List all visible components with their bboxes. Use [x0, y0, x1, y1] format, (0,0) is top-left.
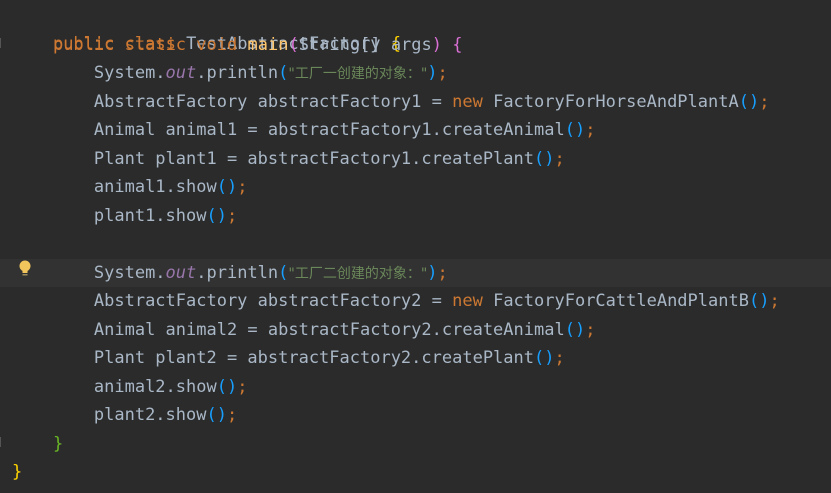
animal-declaration: Animal animal2 = abstractFactory2.create… — [93, 320, 565, 340]
call-parens: () — [216, 377, 238, 397]
semicolon: ; — [226, 405, 238, 425]
call-parens: () — [564, 120, 586, 140]
semicolon: ; — [226, 206, 238, 226]
println-call: .println — [196, 63, 279, 83]
semicolon: ; — [437, 63, 448, 83]
code-line-class-close[interactable]: } — [12, 458, 22, 486]
code-line-main-decl[interactable]: public static void main(String[] args) { — [12, 31, 463, 59]
semicolon: ; — [237, 377, 248, 397]
paren-open: ( — [278, 63, 289, 83]
editor-gutter[interactable] — [0, 0, 12, 493]
out-field: out — [165, 63, 197, 83]
code-line-factory-2[interactable]: AbstractFactory abstractFactory2 = new F… — [12, 287, 780, 315]
semicolon: ; — [437, 263, 448, 283]
call-parens: () — [748, 291, 770, 311]
call-parens: () — [738, 92, 760, 112]
plant-show-call: plant2.show — [93, 405, 207, 425]
code-line-animal-1[interactable]: Animal animal1 = abstractFactory1.create… — [12, 116, 596, 144]
system-ref: System. — [93, 63, 166, 83]
system-ref: System. — [93, 263, 166, 283]
paren-close: ) — [427, 263, 438, 283]
method-params: String[] args — [298, 35, 432, 55]
call-parens: () — [534, 149, 555, 169]
string-literal: "工厂二创建的对象：" — [288, 266, 428, 282]
current-line-code: System.out.println("工厂二创建的对象："); — [12, 259, 448, 288]
code-line-plant-2[interactable]: Plant plant2 = abstractFactory2.createPl… — [12, 344, 565, 372]
lightbulb-icon[interactable] — [18, 260, 32, 278]
call-parens: () — [534, 348, 555, 368]
call-parens: () — [206, 206, 227, 226]
factory-declaration: AbstractFactory abstractFactory1 = — [93, 92, 453, 112]
semicolon: ; — [554, 149, 565, 169]
code-line-factory-1[interactable]: AbstractFactory abstractFactory1 = new F… — [12, 88, 770, 116]
keyword-new: new — [452, 92, 483, 112]
semicolon: ; — [759, 92, 770, 112]
animal-declaration: Animal animal1 = abstractFactory1.create… — [93, 120, 565, 140]
paren-close: ) — [431, 35, 443, 55]
paren-close: ) — [427, 63, 438, 83]
fold-marker-icon[interactable] — [0, 38, 8, 48]
keyword-public: public — [52, 35, 115, 55]
semicolon: ; — [769, 291, 780, 311]
call-parens: () — [206, 405, 227, 425]
code-line-plant-show-2[interactable]: plant2.show(); — [12, 401, 237, 429]
code-line-main-close[interactable]: } — [12, 430, 63, 458]
code-line-animal-show-2[interactable]: animal2.show(); — [12, 373, 248, 401]
factory-declaration: AbstractFactory abstractFactory2 = — [93, 291, 453, 311]
paren-open: ( — [288, 35, 299, 55]
factory-constructor: FactoryForHorseAndPlantA — [482, 92, 739, 112]
code-editor[interactable]: public class TestAbstractFactory { publi… — [0, 0, 831, 493]
semicolon: ; — [237, 177, 248, 197]
code-line-println-2[interactable]: System.out.println("工厂二创建的对象："); — [0, 259, 831, 287]
code-line-animal-show-1[interactable]: animal1.show(); — [12, 173, 248, 201]
animal-show-call: animal2.show — [93, 377, 217, 397]
plant-show-call: plant1.show — [93, 206, 207, 226]
code-line-println-1[interactable]: System.out.println("工厂一创建的对象："); — [12, 59, 448, 87]
plant-declaration: Plant plant1 = abstractFactory1.createPl… — [93, 149, 534, 169]
brace-close: } — [52, 434, 64, 454]
code-line-plant-show-1[interactable]: plant1.show(); — [12, 202, 237, 230]
method-name: main — [247, 35, 289, 55]
string-literal: "工厂一创建的对象：" — [288, 66, 428, 82]
semicolon: ; — [554, 348, 565, 368]
code-line-animal-2[interactable]: Animal animal2 = abstractFactory2.create… — [12, 316, 596, 344]
call-parens: () — [564, 320, 586, 340]
animal-show-call: animal1.show — [93, 177, 217, 197]
call-parens: () — [216, 177, 238, 197]
paren-open: ( — [278, 263, 289, 283]
factory-constructor: FactoryForCattleAndPlantB — [482, 291, 749, 311]
semicolon: ; — [585, 120, 596, 140]
brace-close: } — [12, 462, 23, 482]
keyword-void: void — [196, 35, 238, 55]
semicolon: ; — [585, 320, 596, 340]
code-line-plant-1[interactable]: Plant plant1 = abstractFactory1.createPl… — [12, 145, 565, 173]
keyword-new: new — [452, 291, 483, 311]
out-field: out — [165, 263, 197, 283]
println-call: .println — [196, 263, 279, 283]
plant-declaration: Plant plant2 = abstractFactory2.createPl… — [93, 348, 534, 368]
keyword-static: static — [124, 35, 187, 55]
code-line-class-decl[interactable]: public class TestAbstractFactory { — [12, 2, 401, 54]
fold-marker-icon[interactable] — [0, 437, 8, 447]
brace-open: { — [452, 35, 463, 55]
